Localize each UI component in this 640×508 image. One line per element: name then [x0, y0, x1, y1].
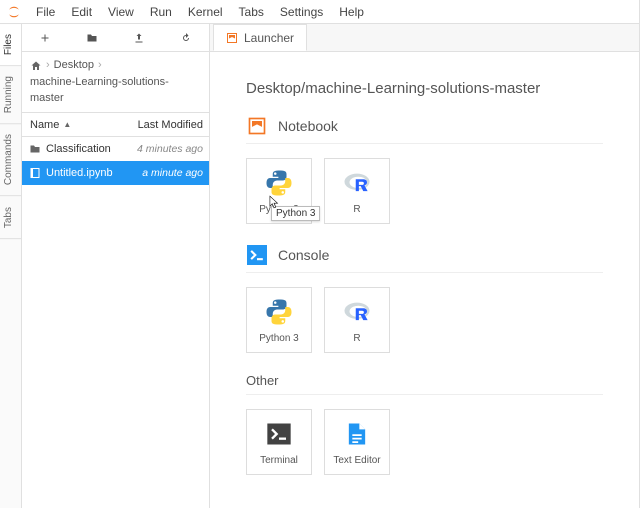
launcher-card-r[interactable]: R [324, 287, 390, 353]
menu-help[interactable]: Help [331, 0, 372, 24]
tab-launcher[interactable]: Launcher [213, 24, 307, 51]
col-name-header[interactable]: Name ▲ [22, 119, 131, 131]
card-label: Python 3 [259, 333, 298, 344]
launcher-tab-icon [226, 32, 238, 44]
new-launcher-button[interactable] [33, 27, 57, 49]
breadcrumb-item[interactable]: Desktop [54, 58, 94, 73]
file-name: Untitled.ipynb [46, 167, 131, 179]
menu-view[interactable]: View [100, 0, 142, 24]
texteditor-icon [342, 419, 372, 449]
tab-label: Launcher [244, 31, 294, 45]
file-name: Classification [46, 143, 131, 155]
tab-bar: Launcher [210, 24, 639, 52]
sort-asc-icon: ▲ [63, 120, 71, 129]
breadcrumb-sep: › [46, 58, 50, 73]
file-row[interactable]: Classification4 minutes ago [22, 137, 209, 161]
launcher-section-notebook: Notebook Python 3Python 3 R [246, 115, 603, 224]
file-row[interactable]: Untitled.ipynba minute ago [22, 161, 209, 185]
menu-kernel[interactable]: Kernel [180, 0, 231, 24]
launcher-card-python3[interactable]: Python 3Python 3 [246, 158, 312, 224]
sidetab-running[interactable]: Running [0, 66, 21, 124]
sidetab-commands[interactable]: Commands [0, 124, 21, 196]
sidetab-tabs[interactable]: Tabs [0, 197, 21, 239]
python3-icon [264, 168, 294, 198]
launcher-section-console: Console Python 3 R [246, 244, 603, 353]
launcher-card-r[interactable]: R [324, 158, 390, 224]
menu-settings[interactable]: Settings [272, 0, 331, 24]
notebook-section-icon [246, 115, 268, 137]
file-browser: › Desktop › machine-Learning-solutions-m… [22, 24, 210, 508]
card-row: Terminal Text Editor [246, 409, 603, 475]
file-modified: a minute ago [131, 167, 209, 179]
card-label: Text Editor [333, 455, 380, 466]
card-row: Python 3 R [246, 287, 603, 353]
jupyter-logo-icon [6, 4, 22, 20]
new-folder-button[interactable] [80, 27, 104, 49]
console-section-icon [246, 244, 268, 266]
terminal-icon [264, 419, 294, 449]
folder-icon [28, 142, 42, 156]
breadcrumb-item[interactable]: machine-Learning-solutions-master [30, 75, 201, 106]
card-label: R [353, 333, 360, 344]
col-modified-header[interactable]: Last Modified [131, 119, 209, 131]
python3-icon [264, 297, 294, 327]
file-list-header: Name ▲ Last Modified [22, 113, 209, 137]
r-icon [342, 168, 372, 198]
card-row: Python 3Python 3 R [246, 158, 603, 224]
section-title: Console [278, 247, 329, 263]
menu-run[interactable]: Run [142, 0, 180, 24]
section-header: Console [246, 244, 603, 273]
section-header: Notebook [246, 115, 603, 144]
activity-bar: Files Running Commands Tabs [0, 24, 22, 508]
file-list: Classification4 minutes agoUntitled.ipyn… [22, 137, 209, 185]
breadcrumb-sep: › [98, 58, 102, 73]
menu-file[interactable]: File [28, 0, 63, 24]
file-browser-toolbar [22, 24, 209, 52]
launcher-card-terminal[interactable]: Terminal [246, 409, 312, 475]
menu-tabs[interactable]: Tabs [231, 0, 272, 24]
file-modified: 4 minutes ago [131, 143, 209, 155]
main-area: Launcher Desktop/machine-Learning-soluti… [210, 24, 639, 508]
home-icon[interactable] [30, 60, 42, 72]
r-icon [342, 297, 372, 327]
refresh-button[interactable] [174, 27, 198, 49]
card-label: R [353, 204, 360, 215]
card-label: Terminal [260, 455, 298, 466]
tooltip: Python 3 [271, 206, 320, 221]
notebook-icon [28, 166, 42, 180]
launcher-path: Desktop/machine-Learning-solutions-maste… [246, 80, 603, 97]
launcher-card-python3[interactable]: Python 3 [246, 287, 312, 353]
sidetab-files[interactable]: Files [0, 24, 21, 66]
breadcrumb[interactable]: › Desktop › machine-Learning-solutions-m… [22, 52, 209, 113]
menu-edit[interactable]: Edit [63, 0, 100, 24]
upload-button[interactable] [127, 27, 151, 49]
section-title: Notebook [278, 118, 338, 134]
menubar: File Edit View Run Kernel Tabs Settings … [0, 0, 639, 24]
launcher-card-texteditor[interactable]: Text Editor [324, 409, 390, 475]
section-title: Other [246, 373, 603, 395]
launcher-panel: Desktop/machine-Learning-solutions-maste… [210, 52, 639, 508]
launcher-section-other: Other Terminal Text Editor [246, 373, 603, 475]
